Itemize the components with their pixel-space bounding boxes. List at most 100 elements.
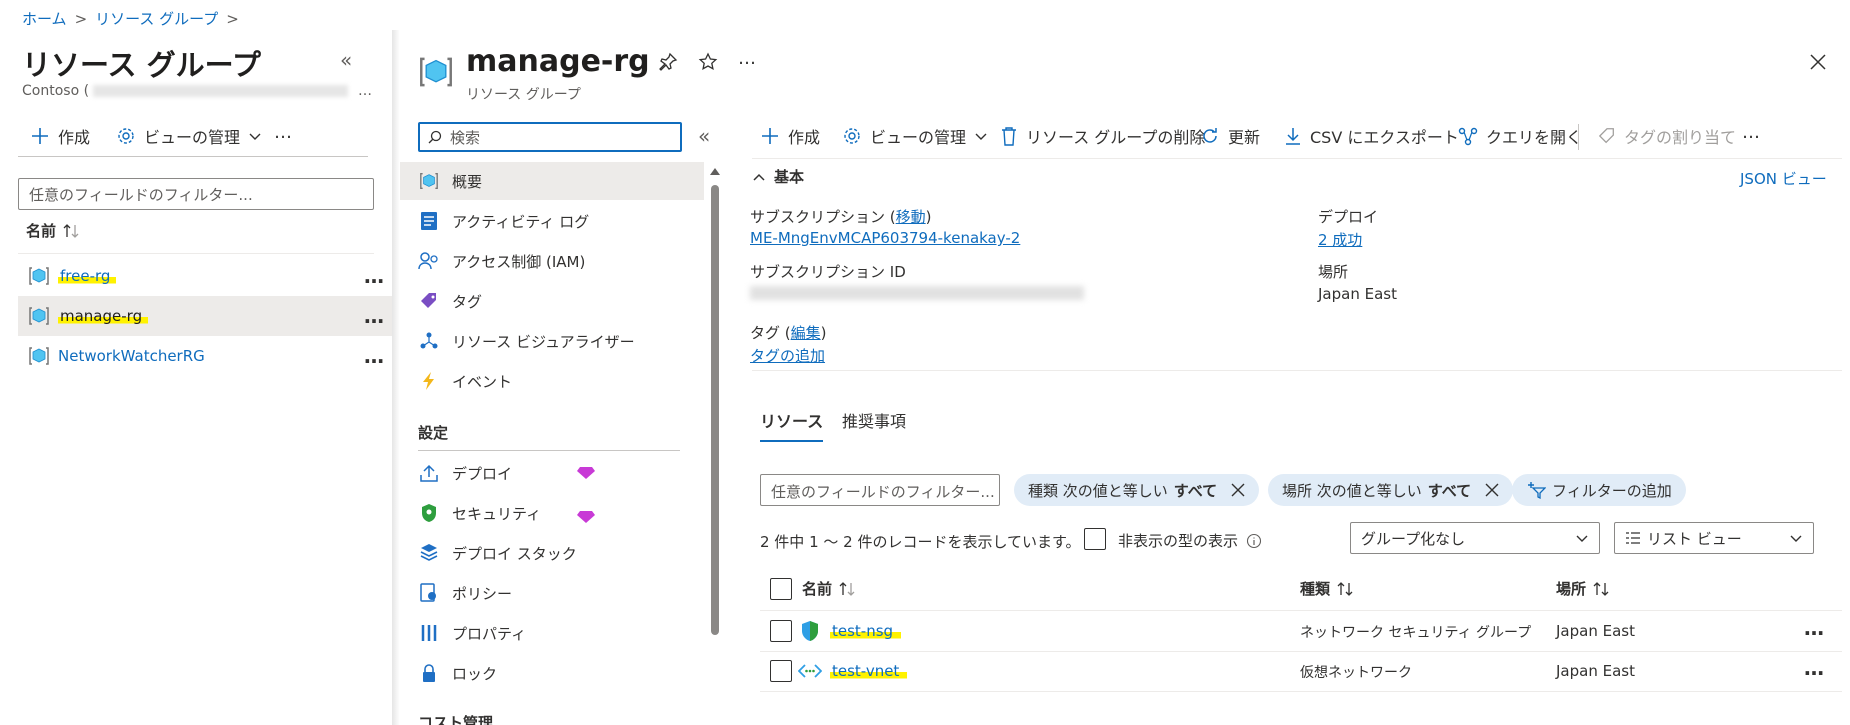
manage-view-label: ビューの管理 — [870, 128, 967, 147]
nav-item-tags[interactable]: タグ — [418, 290, 482, 312]
nav-item-locks[interactable]: ロック — [418, 662, 497, 684]
type-filter-chip[interactable]: 種類 次の値と等しい すべて — [1014, 474, 1260, 506]
lightning-icon — [418, 370, 440, 392]
export-csv-label: CSV にエクスポート — [1310, 128, 1459, 147]
list-item[interactable]: NetworkWatcherRG … — [18, 336, 392, 376]
col-location-header[interactable]: 場所 — [1556, 578, 1610, 599]
group-by-dropdown[interactable]: グループ化なし — [1350, 522, 1600, 554]
row-more-button[interactable]: … — [1804, 656, 1824, 680]
nav-item-iam[interactable]: アクセス制御 (IAM) — [418, 250, 585, 272]
nav-item-activity-log[interactable]: アクティビティ ログ — [418, 210, 589, 232]
col-type-header[interactable]: 種類 — [1300, 578, 1354, 599]
nav-item-deployment-stacks[interactable]: デプロイ スタック — [418, 542, 577, 564]
col-name-header[interactable]: 名前 — [802, 578, 856, 599]
tab-recommendations[interactable]: 推奨事項 — [842, 408, 906, 432]
location-filter-chip[interactable]: 場所 次の値と等しい すべて — [1268, 474, 1514, 506]
resource-location: Japan East — [1556, 622, 1635, 640]
close-icon[interactable] — [1485, 483, 1499, 497]
shield-icon — [418, 502, 440, 524]
blade-more-button[interactable]: … — [738, 48, 756, 69]
row-more-button[interactable]: … — [364, 304, 384, 328]
pin-icon[interactable] — [658, 52, 678, 72]
view-dropdown[interactable]: リスト ビュー — [1614, 522, 1814, 554]
chevron-down-icon — [1575, 531, 1589, 545]
nav-item-label: 概要 — [452, 172, 483, 191]
table-row[interactable]: test-nsg ネットワーク セキュリティ グループ Japan East … — [760, 612, 1842, 652]
info-icon[interactable] — [1246, 533, 1262, 549]
row-more-button[interactable]: … — [364, 344, 384, 368]
tenant-more[interactable]: … — [358, 83, 372, 99]
refresh-button[interactable]: 更新 — [1200, 124, 1260, 148]
nav-collapse-button[interactable]: « — [698, 124, 710, 148]
nav-item-properties[interactable]: プロパティ — [418, 622, 526, 644]
sort-icon — [62, 223, 80, 239]
chevron-up-icon — [752, 170, 766, 184]
row-checkbox[interactable] — [770, 660, 792, 682]
toolbar-more-button[interactable]: … — [1742, 122, 1760, 143]
nav-search-input[interactable]: 検索 — [418, 122, 682, 152]
scroll-thumb[interactable] — [711, 185, 719, 635]
essentials-toggle[interactable]: 基本 — [752, 166, 804, 187]
add-filter-button[interactable]: フィルターの追加 — [1512, 474, 1686, 506]
nav-item-events[interactable]: イベント — [418, 370, 512, 392]
tenant-label: Contoso ( … — [22, 83, 372, 99]
resource-name-link[interactable]: test-vnet — [830, 662, 908, 680]
left-collapse-button[interactable]: « — [340, 48, 352, 72]
resource-name-link[interactable]: test-nsg — [830, 622, 902, 640]
create-button[interactable]: 作成 — [760, 124, 820, 148]
table-row[interactable]: test-vnet 仮想ネットワーク Japan East … — [760, 652, 1842, 692]
row-more-button[interactable]: … — [1804, 616, 1824, 640]
assign-tags-label: タグの割り当て — [1624, 128, 1737, 147]
resource-filter-input[interactable]: 任意のフィールドのフィルター... — [760, 474, 1000, 506]
nav-item-overview-row[interactable]: 概要 — [418, 170, 482, 192]
tags-edit-link[interactable]: 編集 — [791, 324, 821, 342]
nav-item-security[interactable]: セキュリティ — [418, 502, 541, 524]
nav-item-deployments[interactable]: デプロイ — [418, 462, 512, 484]
list-item-label[interactable]: free-rg — [58, 267, 117, 285]
sort-icon — [838, 581, 856, 597]
nav-item-label: ロック — [452, 664, 498, 683]
tab-resources[interactable]: リソース — [760, 408, 824, 442]
list-item[interactable]: free-rg … — [18, 256, 392, 296]
delete-resource-group-button[interactable]: リソース グループの削除 — [1000, 124, 1205, 148]
plus-icon — [760, 126, 780, 146]
location-value: Japan East — [1318, 285, 1397, 303]
nav-section-settings: 設定 — [418, 424, 449, 442]
left-manage-view-button[interactable]: ビューの管理 — [116, 124, 262, 148]
nav-item-label: タグ — [452, 292, 483, 311]
manage-view-button[interactable]: ビューの管理 — [842, 124, 988, 148]
left-col-name-header[interactable]: 名前 — [26, 220, 80, 241]
json-view-link[interactable]: JSON ビュー — [1740, 168, 1827, 189]
left-create-button[interactable]: 作成 — [30, 124, 90, 148]
close-icon[interactable] — [1231, 483, 1245, 497]
download-icon — [1284, 126, 1302, 146]
deployments-value-link[interactable]: 2 成功 — [1318, 229, 1362, 250]
list-icon — [1625, 531, 1641, 545]
location-filter-value: すべて — [1427, 481, 1472, 500]
scroll-up-arrow[interactable] — [710, 168, 720, 175]
list-item-label[interactable]: NetworkWatcherRG — [58, 347, 205, 365]
close-icon[interactable] — [1808, 52, 1828, 72]
show-hidden-checkbox[interactable] — [1084, 528, 1106, 550]
subscription-move-link[interactable]: 移動 — [896, 208, 926, 226]
row-checkbox[interactable] — [770, 620, 792, 642]
nav-scrollbar[interactable] — [710, 168, 720, 725]
add-tags-link[interactable]: タグの追加 — [750, 345, 825, 366]
resource-filter-placeholder: 任意のフィールドのフィルター... — [771, 483, 995, 501]
list-item[interactable]: manage-rg … — [18, 296, 392, 336]
essentials-label: 基本 — [774, 168, 805, 186]
open-query-button[interactable]: クエリを開く — [1458, 124, 1582, 148]
nav-item-resource-visualizer[interactable]: リソース ビジュアライザー — [418, 330, 635, 352]
nav-item-label: デプロイ — [452, 464, 513, 483]
list-item-label[interactable]: manage-rg — [58, 307, 149, 325]
left-filter-input[interactable]: 任意のフィールドのフィルター... — [18, 178, 374, 210]
star-icon[interactable] — [698, 52, 718, 72]
export-csv-button[interactable]: CSV にエクスポート — [1284, 124, 1459, 148]
select-all-checkbox[interactable] — [770, 578, 792, 600]
row-more-button[interactable]: … — [364, 264, 384, 288]
visualizer-icon — [418, 330, 440, 352]
nav-item-policies[interactable]: ポリシー — [418, 582, 512, 604]
location-filter-prefix: 場所 次の値と等しい — [1282, 481, 1422, 500]
left-more-button[interactable]: … — [274, 122, 292, 143]
subscription-value-link[interactable]: ME-MngEnvMCAP603794-kenakay-2 — [750, 229, 1020, 247]
